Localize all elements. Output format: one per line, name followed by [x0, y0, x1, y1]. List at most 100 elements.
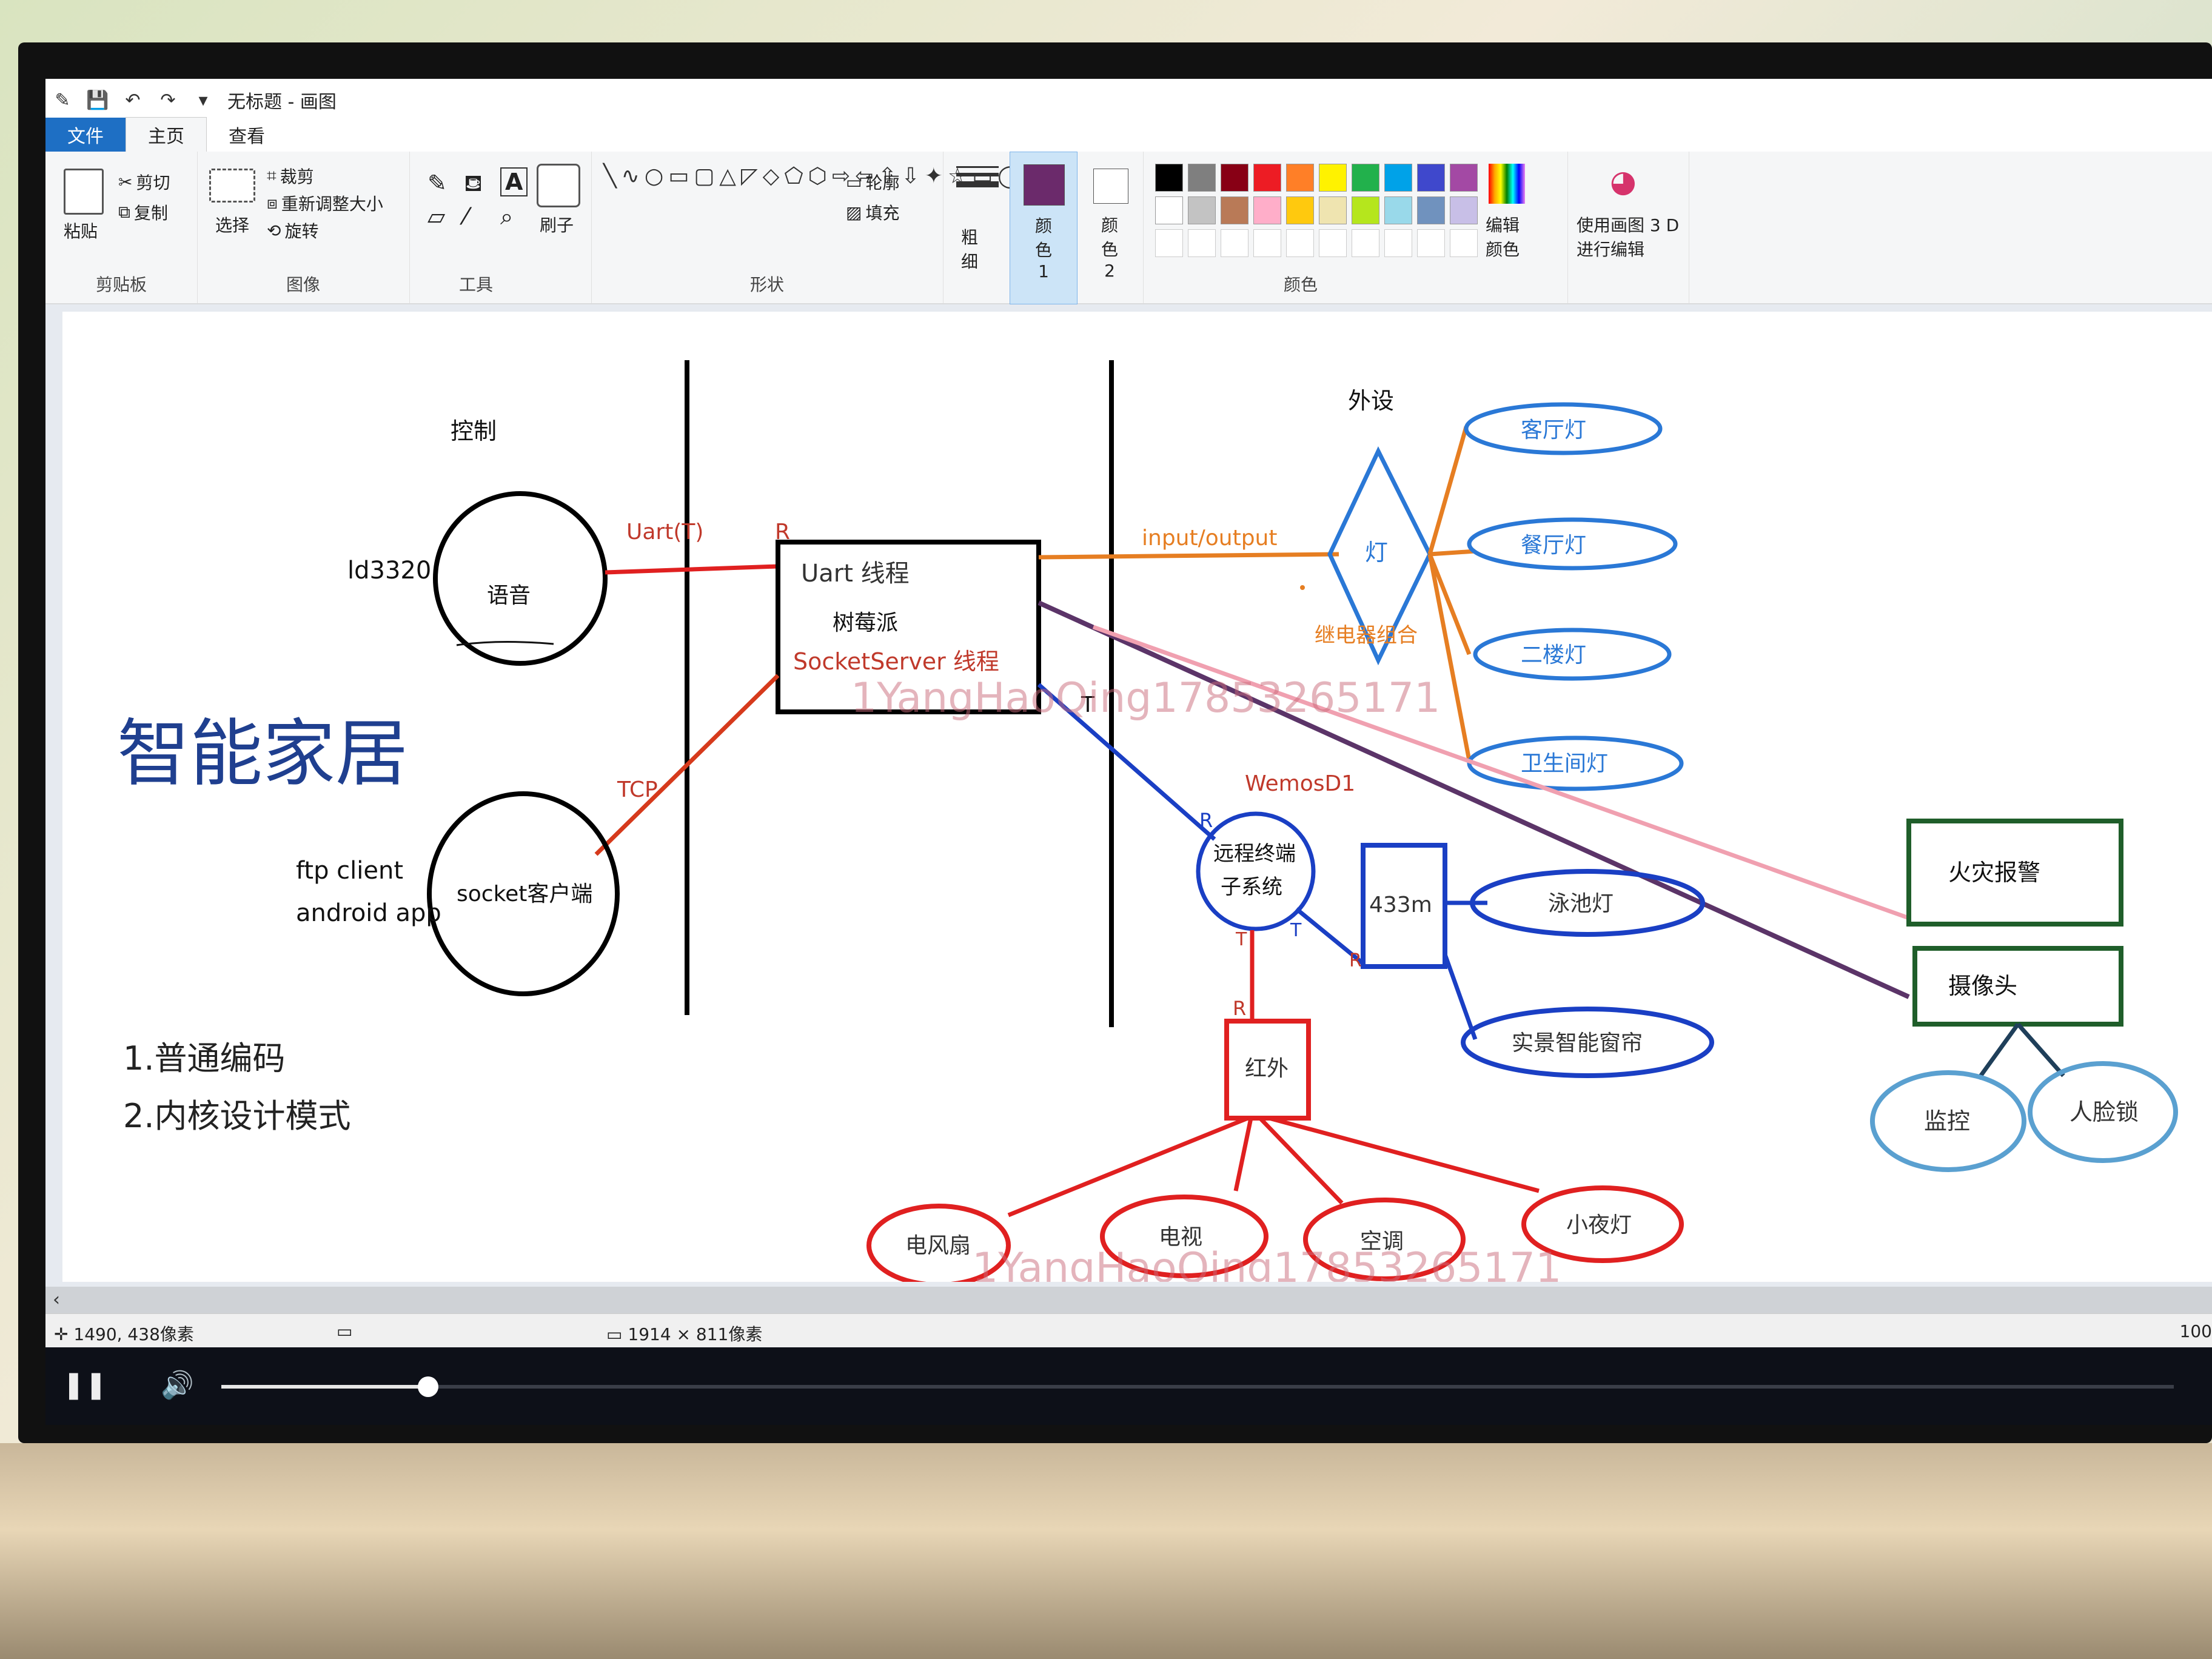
color2-button[interactable]: 颜色 2 [1076, 152, 1144, 303]
brush-icon[interactable] [537, 164, 580, 207]
palette-swatch[interactable] [1352, 164, 1379, 192]
horizontal-scrollbar[interactable]: ‹ [45, 1287, 2212, 1313]
color1-swatch [1024, 164, 1065, 206]
palette-swatch[interactable] [1384, 164, 1412, 192]
palette-swatch[interactable] [1221, 164, 1248, 192]
voice-circle [433, 491, 608, 666]
select-icon[interactable] [209, 169, 255, 203]
pause-icon[interactable]: ❚❚ [62, 1369, 107, 1400]
status-bar: ✛ 1490, 438像素 ▭ ▭ 1914 × 811像素 100 [45, 1313, 2212, 1348]
redo-icon[interactable]: ↷ [157, 89, 179, 111]
color1-button[interactable]: 颜色 1 [1010, 152, 1078, 304]
watermark-top: 1YangHaoQing17853265171 [851, 674, 1440, 722]
edit-colors-button[interactable]: 编辑颜色 [1486, 212, 1528, 261]
palette-swatch[interactable] [1450, 196, 1478, 224]
resize-icon: ⧈ [267, 193, 278, 213]
scroll-left-icon[interactable]: ‹ [53, 1289, 60, 1310]
palette-swatch[interactable] [1253, 164, 1281, 192]
zoom-level[interactable]: 100 [2180, 1321, 2212, 1341]
voice-underline [456, 640, 554, 646]
remote-terminal-circle [1196, 811, 1316, 931]
volume-icon[interactable]: 🔊 [161, 1369, 194, 1401]
custom-color-slot[interactable] [1319, 229, 1347, 257]
pencil-icon[interactable]: ✎ [427, 170, 447, 196]
image-label: 图像 [286, 275, 320, 295]
tools-group: ✎ ⛾ A ▱ ⁄ ⌕ 刷子 工具 [409, 152, 592, 303]
socket-server-label: SocketServer 线程 [793, 648, 999, 675]
palette-swatch[interactable] [1221, 196, 1248, 224]
palette-swatch[interactable] [1188, 196, 1216, 224]
edit-colors-icon[interactable] [1489, 164, 1525, 204]
custom-color-slot[interactable] [1155, 229, 1183, 257]
custom-color-slot[interactable] [1352, 229, 1379, 257]
remote-terminal-label-2: 子系统 [1221, 875, 1282, 899]
clipboard-group: 粘贴 ✂ 剪切 ⧉ 复制 剪贴板 [45, 152, 198, 303]
progress-knob[interactable] [418, 1376, 439, 1397]
palette-swatch[interactable] [1188, 164, 1216, 192]
palette-swatch[interactable] [1155, 196, 1183, 224]
custom-color-slot[interactable] [1417, 229, 1445, 257]
custom-color-slot[interactable] [1286, 229, 1314, 257]
fill-bucket-icon[interactable]: ⛾ [464, 170, 483, 200]
text-icon[interactable]: A [500, 167, 528, 196]
note-item-2: 2.内核设计模式 [123, 1097, 351, 1135]
crop-icon: ⌗ [267, 166, 276, 186]
progress-track[interactable] [221, 1376, 2174, 1397]
custom-color-slot[interactable] [1450, 229, 1478, 257]
customize-toolbar-icon[interactable]: ▾ [192, 89, 214, 111]
tab-file[interactable]: 文件 [45, 118, 126, 152]
palette-swatch[interactable] [1450, 164, 1478, 192]
palette-swatch[interactable] [1319, 196, 1347, 224]
io-label: input/output [1142, 526, 1277, 551]
fill-button[interactable]: ▨ 填充 [846, 200, 899, 224]
paste-button[interactable]: 粘贴 [64, 218, 98, 243]
eraser-icon[interactable]: ▱ [427, 203, 445, 230]
copy-button[interactable]: ⧉ 复制 [118, 200, 168, 224]
module-433-label: 433m [1369, 893, 1432, 917]
palette-swatch[interactable] [1155, 164, 1183, 192]
palette-swatch[interactable] [1417, 196, 1445, 224]
size-button[interactable]: 粗细 [961, 224, 985, 273]
custom-color-slot[interactable] [1221, 229, 1248, 257]
paint-app-icon[interactable]: ✎ [52, 89, 73, 111]
palette-swatch[interactable] [1352, 196, 1379, 224]
cut-button[interactable]: ✂ 剪切 [118, 170, 170, 194]
palette-swatch[interactable] [1417, 164, 1445, 192]
rotate-button[interactable]: ⟲ 旋转 [267, 218, 318, 243]
palette-swatch[interactable] [1319, 164, 1347, 192]
shapes-group: ╲∿○▭▢△◸◇⬠⬡⇨⇦⇧⇩✦☆▭◯ ▭ 轮廓 ▨ 填充 形状 [591, 152, 1022, 303]
palette-swatch[interactable] [1253, 196, 1281, 224]
color-picker-icon[interactable]: ⁄ [464, 203, 468, 230]
canvas-size: ▭ 1914 × 811像素 [606, 1321, 762, 1346]
custom-color-slot[interactable] [1253, 229, 1281, 257]
magnifier-icon[interactable]: ⌕ [500, 203, 513, 230]
palette-swatch[interactable] [1384, 196, 1412, 224]
palette-swatch[interactable] [1286, 196, 1314, 224]
color2-label: 颜色 2 [1101, 215, 1118, 281]
paint3d-button[interactable]: 使用画图 3 D 进行编辑 [1577, 212, 1680, 261]
drawing-canvas[interactable]: 控制 外设 语音 ld3320 Uart(T) R Uart 线程 树莓派 So… [62, 312, 2212, 1282]
palette-swatch[interactable] [1286, 164, 1314, 192]
face-lock-label: 人脸锁 [2070, 1099, 2139, 1125]
copy-label: 复制 [134, 203, 169, 223]
move-cursor-icon: ✛ [54, 1324, 69, 1344]
r4-label: R [1233, 997, 1246, 1020]
outline-button[interactable]: ▭ 轮廓 [846, 170, 899, 194]
tab-view[interactable]: 查看 [207, 118, 287, 152]
infrared-label: 红外 [1245, 1056, 1289, 1081]
tab-home[interactable]: 主页 [126, 117, 207, 152]
fire-alarm-label: 火灾报警 [1948, 859, 2040, 886]
select-button[interactable]: 选择 [215, 212, 249, 236]
progress-fill [221, 1385, 429, 1389]
paste-icon[interactable] [64, 169, 104, 215]
uart-t-label: Uart(T) [626, 520, 703, 545]
line-width-icon[interactable] [956, 166, 999, 187]
crop-button[interactable]: ⌗ 裁剪 [267, 164, 314, 188]
custom-color-slot[interactable] [1384, 229, 1412, 257]
resize-button[interactable]: ⧈ 重新调整大小 [267, 191, 383, 215]
paint3d-icon[interactable]: ◕ [1610, 164, 1637, 199]
brushes-button[interactable]: 刷子 [540, 212, 574, 236]
custom-color-slot[interactable] [1188, 229, 1216, 257]
save-icon[interactable]: 💾 [86, 89, 109, 111]
undo-icon[interactable]: ↶ [122, 89, 144, 111]
